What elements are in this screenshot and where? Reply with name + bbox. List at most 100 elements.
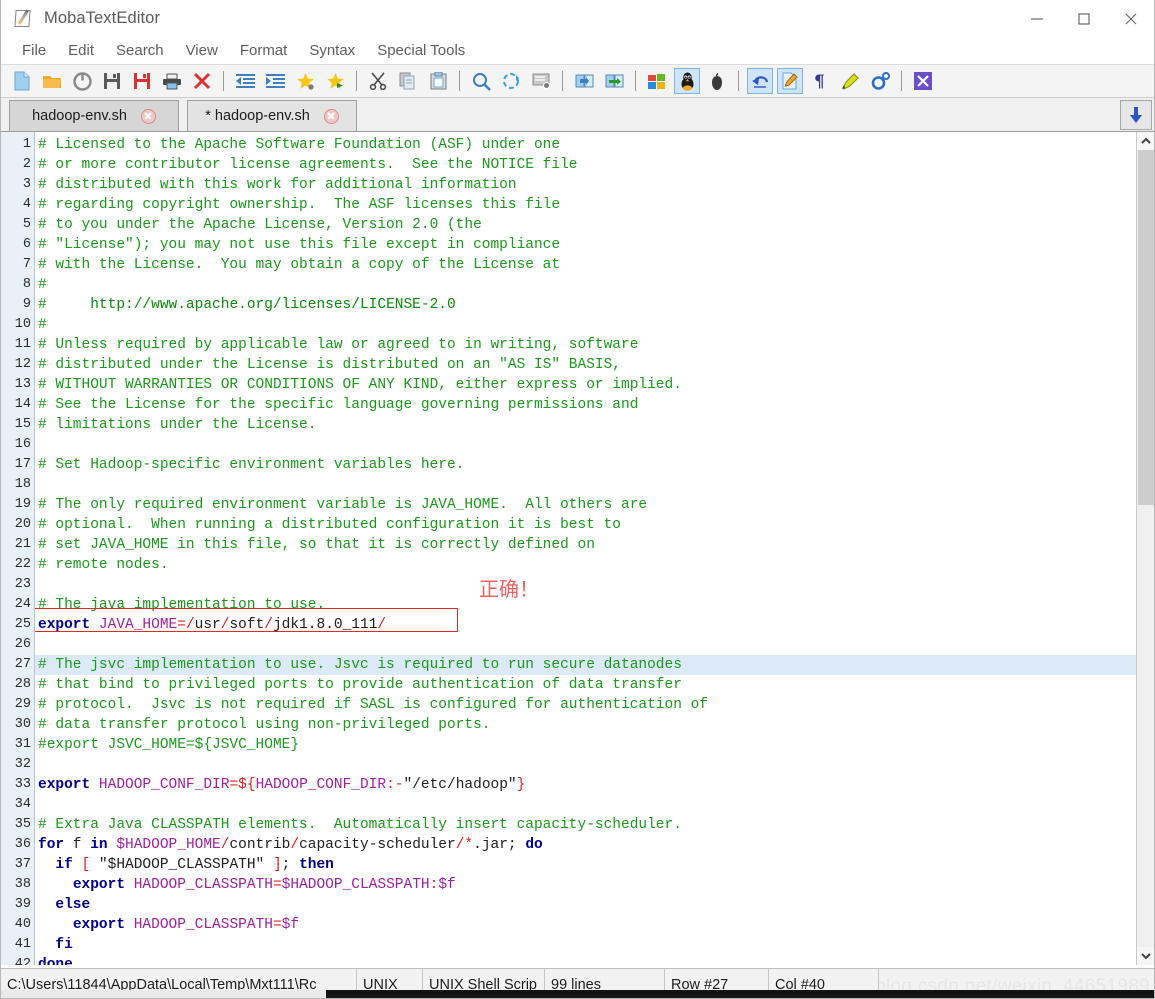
code-line[interactable]: # set JAVA_HOME in this file, so that it…: [35, 535, 1136, 555]
code-line[interactable]: # Set Hadoop-specific environment variab…: [35, 455, 1136, 475]
redo-edit-icon[interactable]: [777, 68, 803, 94]
minimize-button[interactable]: [1013, 0, 1060, 38]
code-token-kw: export: [72, 917, 126, 933]
line-number: 23: [14, 577, 31, 592]
line-number: 26: [14, 637, 31, 652]
code-line[interactable]: [35, 575, 1136, 595]
code-line[interactable]: # distributed with this work for additio…: [35, 175, 1136, 195]
code-line[interactable]: # Extra Java CLASSPATH elements. Automat…: [35, 815, 1136, 835]
code-line[interactable]: # WITHOUT WARRANTIES OR CONDITIONS OF AN…: [35, 375, 1136, 395]
tab-close-icon[interactable]: [323, 108, 339, 124]
mac-format-icon[interactable]: [704, 68, 730, 94]
code-line[interactable]: export HADOOP_CLASSPATH=$HADOOP_CLASSPAT…: [35, 875, 1136, 895]
status-line-count: 99 lines: [545, 969, 665, 998]
code-line[interactable]: # with the License. You may obtain a cop…: [35, 255, 1136, 275]
maximize-button[interactable]: [1060, 0, 1107, 38]
status-file-type: UNIX Shell Scrip: [423, 969, 545, 998]
code-line[interactable]: [35, 435, 1136, 455]
code-token-txt: ;: [281, 857, 300, 873]
scroll-down-button[interactable]: [1137, 947, 1154, 965]
code-line[interactable]: fi: [35, 935, 1136, 955]
tab-list-dropdown-button[interactable]: [1120, 100, 1152, 130]
paste-icon[interactable]: [425, 68, 451, 94]
code-line[interactable]: done: [35, 955, 1136, 965]
tab-hadoop-env-sh-2[interactable]: * hadoop-env.sh: [187, 100, 357, 131]
menu-syntax[interactable]: Syntax: [298, 40, 366, 62]
code-line[interactable]: # Unless required by applicable law or a…: [35, 335, 1136, 355]
code-line[interactable]: # optional. When running a distributed c…: [35, 515, 1136, 535]
code-line[interactable]: # See the License for the specific langu…: [35, 395, 1136, 415]
code-line[interactable]: if [ "$HADOOP_CLASSPATH" ]; then: [35, 855, 1136, 875]
cut-icon[interactable]: [365, 68, 391, 94]
code-line[interactable]: # http://www.apache.org/licenses/LICENSE…: [35, 295, 1136, 315]
close-file-icon[interactable]: [189, 68, 215, 94]
code-line[interactable]: export JAVA_HOME=/usr/soft/jdk1.8.0_111/: [35, 615, 1136, 635]
code-line[interactable]: # "License"); you may not use this file …: [35, 235, 1136, 255]
code-line[interactable]: # limitations under the License.: [35, 415, 1136, 435]
code-line[interactable]: [35, 795, 1136, 815]
save-icon[interactable]: [99, 68, 125, 94]
code-line[interactable]: # data transfer protocol using non-privi…: [35, 715, 1136, 735]
pilcrow-icon[interactable]: ¶: [807, 68, 833, 94]
code-line[interactable]: # The java implementation to use.: [35, 595, 1136, 615]
bookmark-next-icon[interactable]: [322, 68, 348, 94]
code-line[interactable]: for f in $HADOOP_HOME/contrib/capacity-s…: [35, 835, 1136, 855]
code-line[interactable]: # Licensed to the Apache Software Founda…: [35, 135, 1136, 155]
goto-line-icon[interactable]: [528, 68, 554, 94]
code-line[interactable]: # The jsvc implementation to use. Jsvc i…: [35, 655, 1136, 675]
bookmark-toggle-icon[interactable]: [292, 68, 318, 94]
menu-file[interactable]: File: [11, 40, 57, 62]
code-line[interactable]: # that bind to privileged ports to provi…: [35, 675, 1136, 695]
find-replace-icon[interactable]: [498, 68, 524, 94]
vertical-scrollbar[interactable]: [1136, 132, 1154, 965]
code-text-area[interactable]: 正确！ # Licensed to the Apache Software Fo…: [35, 132, 1136, 965]
code-line[interactable]: # or more contributor license agreements…: [35, 155, 1136, 175]
settings-icon[interactable]: [867, 68, 893, 94]
code-line[interactable]: # remote nodes.: [35, 555, 1136, 575]
reload-icon[interactable]: [69, 68, 95, 94]
compare-icon[interactable]: [571, 68, 597, 94]
menu-view[interactable]: View: [175, 40, 229, 62]
line-number: 41: [14, 937, 31, 952]
indent-icon[interactable]: [262, 68, 288, 94]
new-file-icon[interactable]: [9, 68, 35, 94]
tab-hadoop-env-sh-1[interactable]: hadoop-env.sh: [9, 100, 179, 131]
code-line[interactable]: export HADOOP_CONF_DIR=${HADOOP_CONF_DIR…: [35, 775, 1136, 795]
code-line[interactable]: #: [35, 315, 1136, 335]
open-folder-icon[interactable]: [39, 68, 65, 94]
code-line[interactable]: # regarding copyright ownership. The ASF…: [35, 195, 1136, 215]
code-line[interactable]: else: [35, 895, 1136, 915]
code-line[interactable]: # to you under the Apache License, Versi…: [35, 215, 1136, 235]
outdent-icon[interactable]: [232, 68, 258, 94]
exit-icon[interactable]: [910, 68, 936, 94]
copy-icon[interactable]: [395, 68, 421, 94]
menu-edit[interactable]: Edit: [57, 40, 105, 62]
code-line[interactable]: export HADOOP_CLASSPATH=$f: [35, 915, 1136, 935]
menu-special-tools[interactable]: Special Tools: [366, 40, 476, 62]
code-line[interactable]: #: [35, 275, 1136, 295]
code-line[interactable]: # distributed under the License is distr…: [35, 355, 1136, 375]
code-line[interactable]: # protocol. Jsvc is not required if SASL…: [35, 695, 1136, 715]
print-icon[interactable]: [159, 68, 185, 94]
code-line[interactable]: [35, 635, 1136, 655]
close-button[interactable]: [1107, 0, 1154, 38]
code-line[interactable]: [35, 755, 1136, 775]
tab-bar: hadoop-env.sh * hadoop-env.sh: [1, 98, 1154, 132]
scrollbar-thumb[interactable]: [1138, 150, 1154, 505]
scroll-up-button[interactable]: [1137, 132, 1154, 150]
find-icon[interactable]: [468, 68, 494, 94]
line-number: 42: [14, 957, 31, 965]
menu-format[interactable]: Format: [229, 40, 299, 62]
code-line[interactable]: [35, 475, 1136, 495]
code-line[interactable]: # The only required environment variable…: [35, 495, 1136, 515]
tab-close-icon[interactable]: [140, 108, 156, 124]
merge-icon[interactable]: [601, 68, 627, 94]
highlighter-icon[interactable]: [837, 68, 863, 94]
code-line[interactable]: #export JSVC_HOME=${JSVC_HOME}: [35, 735, 1136, 755]
undo-icon[interactable]: [747, 68, 773, 94]
menu-search[interactable]: Search: [105, 40, 175, 62]
linux-format-icon[interactable]: [674, 68, 700, 94]
save-as-icon[interactable]: [129, 68, 155, 94]
windows-format-icon[interactable]: [644, 68, 670, 94]
